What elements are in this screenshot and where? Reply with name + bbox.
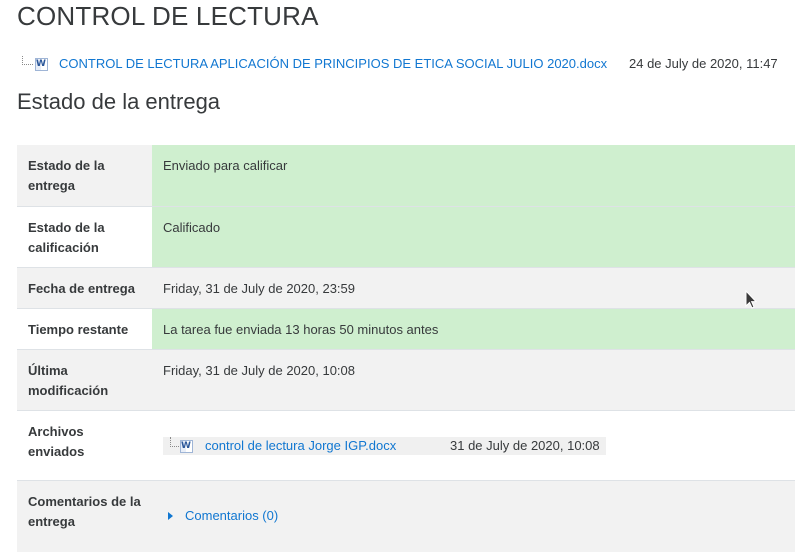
submission-status-value: Enviado para calificar: [152, 145, 795, 206]
row-label: Estado de la calificación: [17, 207, 152, 267]
mouse-pointer-icon: [745, 290, 758, 309]
caret-right-icon[interactable]: [168, 512, 173, 520]
submission-comments-value: Comentarios (0): [152, 481, 795, 552]
intro-attachment-link[interactable]: CONTROL DE LECTURA APLICACIÓN DE PRINCIP…: [59, 56, 607, 72]
submitted-file-date: 31 de July de 2020, 10:08: [450, 438, 600, 453]
row-label: Estado de la entrega: [17, 145, 152, 206]
row-grading-status: Estado de la calificación Calificado: [17, 206, 795, 267]
word-doc-icon: W: [180, 440, 193, 453]
row-time-remaining: Tiempo restante La tarea fue enviada 13 …: [17, 308, 795, 349]
grading-status-value: Calificado: [152, 207, 795, 267]
time-remaining-value: La tarea fue enviada 13 horas 50 minutos…: [152, 309, 795, 349]
due-date-value: Friday, 31 de July de 2020, 23:59: [152, 268, 795, 308]
row-submission-status: Estado de la entrega Enviado para califi…: [17, 145, 795, 206]
row-label: Fecha de entrega: [17, 268, 152, 308]
submitted-file-link[interactable]: control de lectura Jorge IGP.docx: [205, 437, 396, 455]
page-title: CONTROL DE LECTURA: [17, 1, 319, 31]
row-label: Archivos enviados: [17, 411, 152, 480]
row-last-modified: Última modificación Friday, 31 de July d…: [17, 349, 795, 410]
submission-status-table: Estado de la entrega Enviado para califi…: [17, 145, 795, 552]
submission-status-heading: Estado de la entrega: [17, 89, 221, 114]
word-doc-icon: W: [35, 58, 48, 71]
submitted-file: W control de lectura Jorge IGP.docx 31 d…: [163, 437, 606, 455]
file-submissions-value: W control de lectura Jorge IGP.docx 31 d…: [152, 411, 795, 480]
row-file-submissions: Archivos enviados W control de lectura J…: [17, 410, 795, 480]
row-submission-comments: Comentarios de la entrega Comentarios (0…: [17, 480, 795, 552]
row-due-date: Fecha de entrega Friday, 31 de July de 2…: [17, 267, 795, 308]
row-label: Tiempo restante: [17, 309, 152, 349]
comments-link[interactable]: Comentarios (0): [185, 507, 278, 525]
tree-connector: [22, 56, 33, 65]
intro-attachment-date: 24 de July de 2020, 11:47: [629, 56, 778, 71]
row-label: Comentarios de la entrega: [17, 481, 152, 552]
last-modified-value: Friday, 31 de July de 2020, 10:08: [152, 350, 795, 410]
row-label: Última modificación: [17, 350, 152, 410]
